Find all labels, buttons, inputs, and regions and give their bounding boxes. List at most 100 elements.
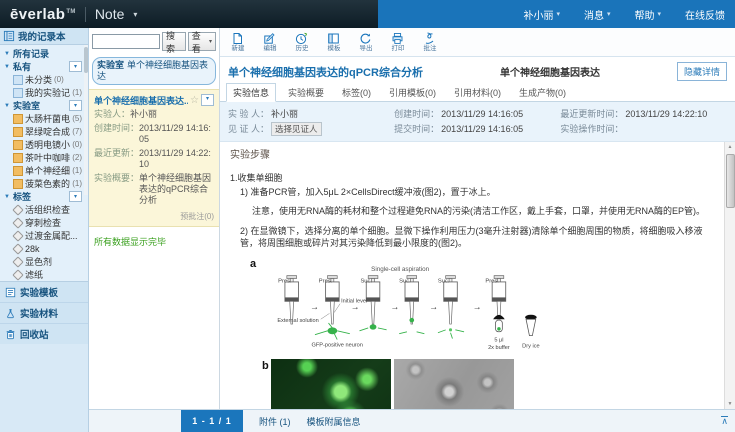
hide-details-button[interactable]: 隐藏详情 bbox=[677, 62, 727, 81]
expand-icon[interactable]: ▼ bbox=[4, 194, 11, 200]
filter-chip[interactable]: 实验室单个神经细胞基因表达 bbox=[92, 57, 216, 85]
tag-item-0[interactable]: 活组织检查 bbox=[2, 203, 84, 216]
scroll-to-top-icon[interactable]: ∧ bbox=[721, 416, 728, 425]
tab-experiment-info[interactable]: 实验信息 bbox=[226, 83, 276, 102]
notebook-color-icon bbox=[13, 179, 23, 189]
tab-products[interactable]: 生成产物(0) bbox=[513, 84, 572, 101]
user-menu[interactable]: 补小丽▾ bbox=[523, 7, 560, 22]
flask-icon bbox=[5, 308, 16, 319]
figure-b-label: b bbox=[262, 359, 269, 409]
expand-icon[interactable]: ▼ bbox=[4, 103, 11, 109]
sidebar-item-my-experiments[interactable]: 我的实验记... (1) bbox=[2, 86, 84, 99]
expand-icon[interactable]: ▼ bbox=[4, 64, 11, 70]
tab-template-info[interactable]: 模板附属信息 bbox=[307, 415, 361, 428]
group-menu-button[interactable]: ▾ bbox=[69, 100, 82, 111]
tag-item-4[interactable]: 显色剂 bbox=[2, 255, 84, 268]
tab-referenced-templates[interactable]: 引用模板(0) bbox=[383, 84, 442, 101]
chevron-down-icon: ▾ bbox=[209, 38, 212, 45]
arrow-icon: → bbox=[429, 302, 438, 312]
group-menu-button[interactable]: ▾ bbox=[69, 191, 82, 202]
expand-icon[interactable]: ▼ bbox=[4, 51, 11, 57]
info-experimenter: 实 验 人：补小丽 bbox=[228, 107, 394, 120]
new-document-icon bbox=[231, 32, 244, 45]
printer-icon bbox=[391, 32, 404, 45]
search-input[interactable] bbox=[92, 34, 160, 49]
sidebar-item-lab-5[interactable]: 菠菜色素的... (1) bbox=[2, 177, 84, 190]
sidebar-item-all-records[interactable]: ▼ 所有记录 bbox=[2, 47, 84, 60]
tag-item-3[interactable]: 28k bbox=[2, 242, 84, 255]
online-feedback-link[interactable]: 在线反馈 bbox=[685, 7, 725, 22]
experiment-card-selected[interactable]: 单个神经细胞基因表达... ☆ ▾ 实验人：补小丽 创建时间：2013/11/2… bbox=[89, 89, 219, 228]
template-grid-icon bbox=[327, 32, 340, 45]
chevron-down-icon[interactable]: ▾ bbox=[133, 10, 137, 19]
annotate-button[interactable]: 批注 bbox=[414, 32, 445, 53]
tag-icon bbox=[12, 269, 23, 280]
star-icon[interactable]: ☆ bbox=[190, 95, 199, 106]
messages-menu[interactable]: 消息▾ bbox=[584, 7, 611, 22]
sidebar-item-lab-1[interactable]: 翠绿啶合成... (7) bbox=[2, 125, 84, 138]
chevron-down-icon: ▾ bbox=[74, 102, 77, 109]
microscopy-image-grid: 10 μm bbox=[271, 359, 514, 409]
sidebar-item-recycle-bin[interactable]: 回收站 bbox=[0, 324, 88, 344]
info-submitted: 提交时间：2013/11/29 14:16:05 bbox=[394, 122, 560, 135]
card-annotation-count[interactable]: 预批注(0) bbox=[94, 211, 214, 222]
sidebar-scrollbar[interactable] bbox=[84, 45, 88, 195]
experiment-title: 单个神经细胞基因表达的qPCR综合分析 bbox=[228, 64, 423, 80]
chevron-down-icon: ▾ bbox=[556, 10, 560, 18]
sidebar-tree: ▼ 所有记录 ▼ 私有 ▾ 未分类 (0) 我的实验记... (1) bbox=[0, 45, 88, 281]
edit-button[interactable]: 编辑 bbox=[254, 32, 285, 53]
trash-icon bbox=[5, 329, 16, 340]
scroll-up-arrow[interactable]: ▲ bbox=[725, 142, 735, 152]
template-button[interactable]: 模板 bbox=[318, 32, 349, 53]
tab-experiment-summary[interactable]: 实验概要 bbox=[282, 84, 330, 101]
notebook-color-icon bbox=[13, 140, 23, 150]
select-witness-button[interactable]: 选择见证人 bbox=[271, 122, 322, 136]
sidebar-item-lab-0[interactable]: 大肠杆菌电... (5) bbox=[2, 112, 84, 125]
annotation-gfp-neuron: GFP-positive neuron bbox=[311, 343, 362, 349]
gfp-neurons bbox=[315, 323, 464, 339]
sidebar-item-templates[interactable]: 实验模板 bbox=[0, 282, 88, 303]
sidebar-header[interactable]: 我的记录本 bbox=[0, 28, 88, 45]
pagination[interactable]: 1 - 1 / 1 bbox=[181, 410, 243, 432]
pipette-label: Pres. bbox=[278, 279, 292, 285]
help-menu[interactable]: 帮助▾ bbox=[634, 7, 661, 22]
sidebar-item-lab-3[interactable]: 茶叶中咖啡... (2) bbox=[2, 151, 84, 164]
search-button[interactable]: 搜索 bbox=[162, 32, 186, 51]
group-menu-button[interactable]: ▾ bbox=[69, 61, 82, 72]
annotation-buffer-volume: 5 μl bbox=[494, 338, 503, 344]
new-button[interactable]: 新建 bbox=[222, 32, 253, 53]
sidebar-header-label: 我的记录本 bbox=[18, 29, 66, 43]
experiment-card-title[interactable]: 单个神经细胞基因表达... bbox=[94, 94, 188, 107]
export-button[interactable]: 导出 bbox=[350, 32, 381, 53]
tab-tags[interactable]: 标签(0) bbox=[336, 84, 377, 101]
logo-divider bbox=[85, 7, 86, 22]
tag-item-2[interactable]: 过渡金属配... bbox=[2, 229, 84, 242]
history-button[interactable]: 历史 bbox=[286, 32, 317, 53]
tag-icon bbox=[12, 256, 23, 267]
sidebar-item-lab-4-selected[interactable]: 单个神经细... (1) bbox=[2, 164, 84, 177]
scrollbar-thumb[interactable] bbox=[84, 47, 88, 73]
sidebar-item-lab-2[interactable]: 透明电镜小... (0) bbox=[2, 138, 84, 151]
pipette-label: Pres. bbox=[485, 279, 499, 285]
document-scrollbar[interactable]: ▲ ▼ bbox=[724, 142, 735, 409]
sidebar-group-lab[interactable]: ▼ 实验室 ▾ bbox=[2, 99, 84, 112]
app-window: ēverlabTM Note ▾ 补小丽▾ 消息▾ 帮助▾ 在线反馈 我的记录本… bbox=[0, 0, 735, 432]
chevron-down-icon: ▾ bbox=[206, 96, 209, 102]
step-note-text: 注意，使用无RNA酶的耗材和整个过程避免RNA的污染(清洁工作区，戴上手套，口罩… bbox=[252, 205, 719, 218]
detail-header: 单个神经细胞基因表达的qPCR综合分析 单个神经细胞基因表达 隐藏详情 bbox=[220, 57, 735, 84]
figure-b: b 10 μm bbox=[250, 359, 719, 409]
tag-item-5[interactable]: 滤纸 bbox=[2, 268, 84, 281]
card-menu-button[interactable]: ▾ bbox=[201, 94, 214, 106]
scrollbar-thumb[interactable] bbox=[726, 154, 735, 208]
tab-attachments[interactable]: 附件 (1) bbox=[259, 415, 291, 428]
sidebar-group-private[interactable]: ▼ 私有 ▾ bbox=[2, 60, 84, 73]
sidebar-item-materials[interactable]: 实验材料 bbox=[0, 303, 88, 324]
sidebar-group-tags[interactable]: ▼ 标签 ▾ bbox=[2, 190, 84, 203]
print-button[interactable]: 打印 bbox=[382, 32, 413, 53]
template-icon bbox=[5, 287, 16, 298]
tab-referenced-materials[interactable]: 引用材料(0) bbox=[448, 84, 507, 101]
view-button[interactable]: 查看▾ bbox=[188, 32, 216, 51]
scroll-down-arrow[interactable]: ▼ bbox=[725, 399, 735, 409]
sidebar-item-uncategorized[interactable]: 未分类 (0) bbox=[2, 73, 84, 86]
tag-item-1[interactable]: 穿刺检查 bbox=[2, 216, 84, 229]
